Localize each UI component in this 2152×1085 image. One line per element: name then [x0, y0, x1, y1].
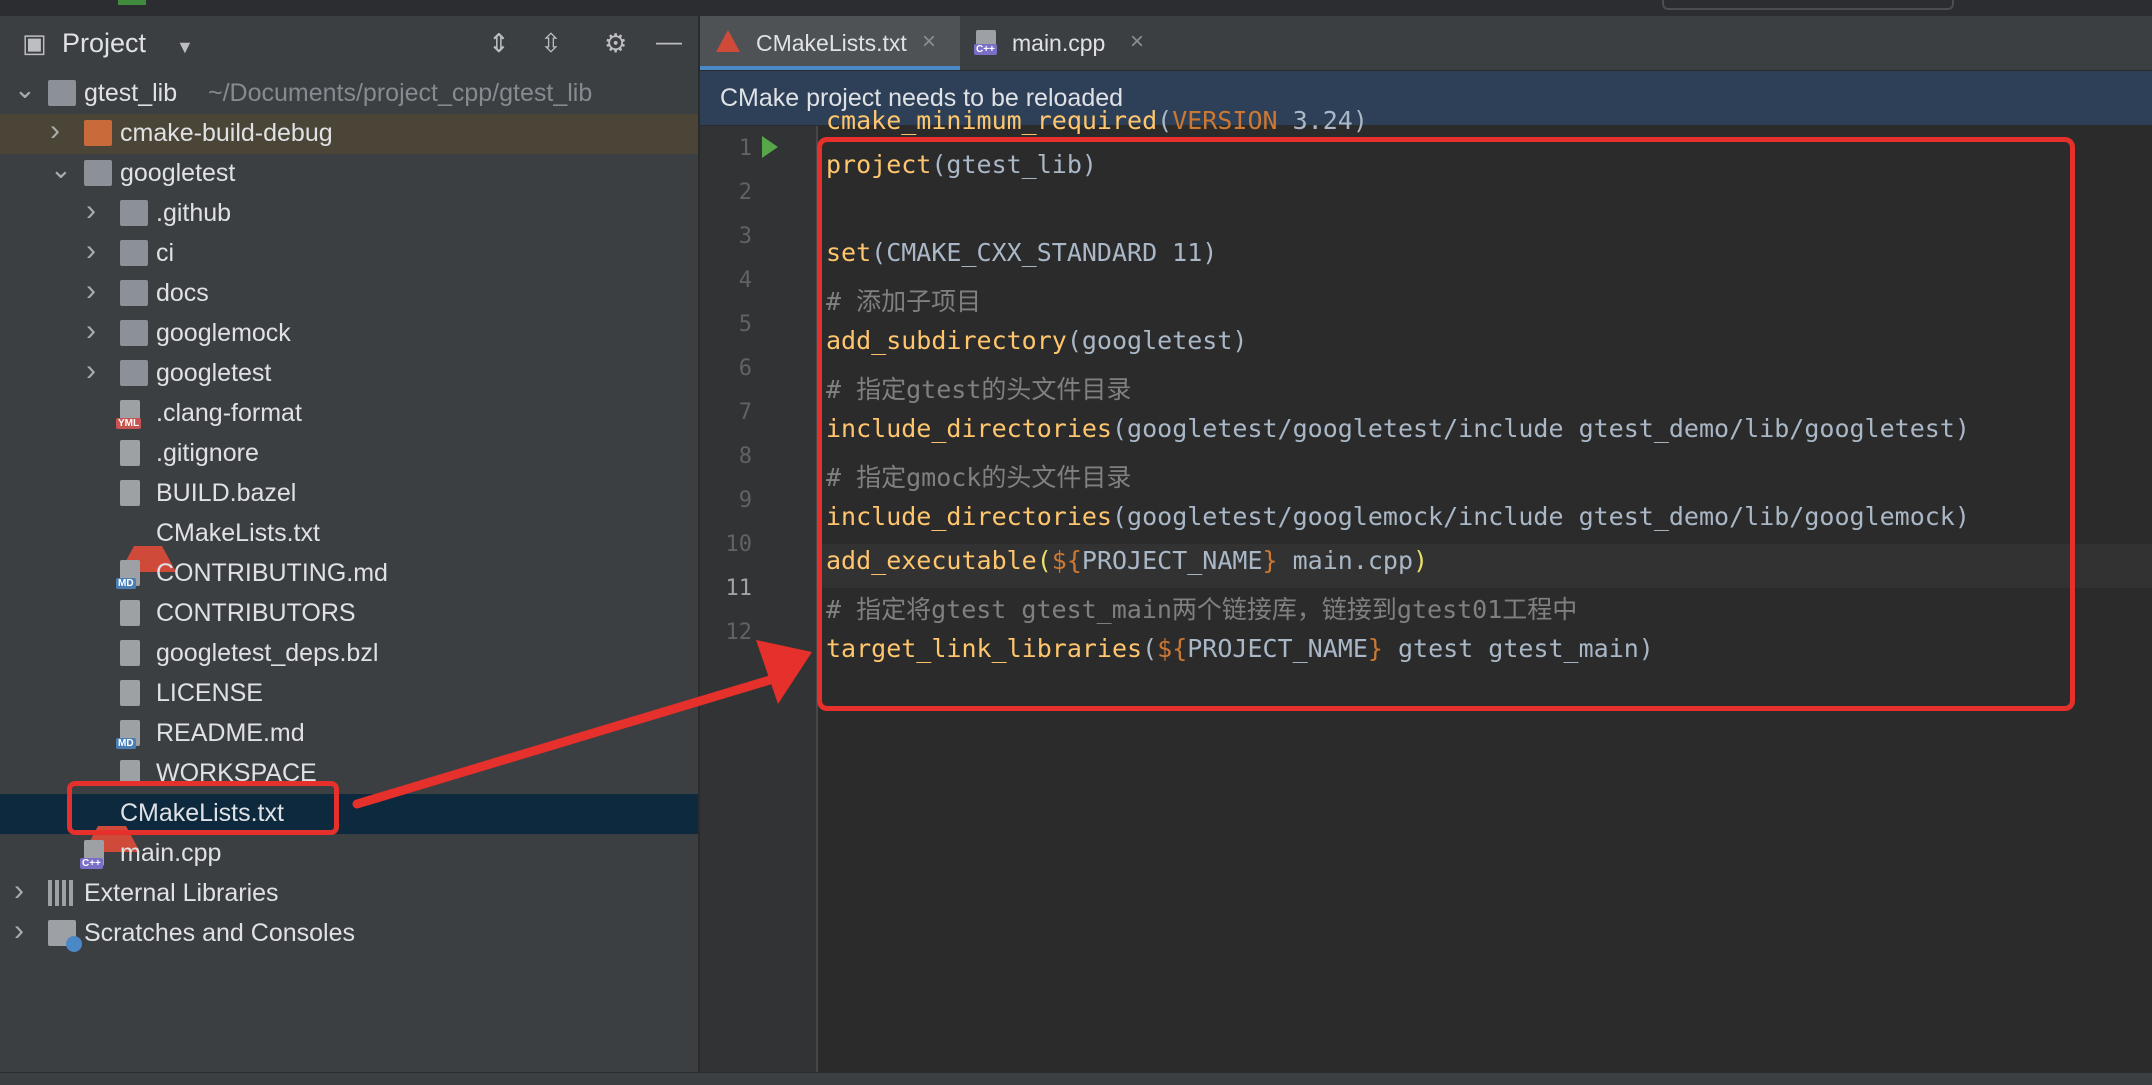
status-bar	[0, 1072, 2152, 1085]
annotation-arrow	[352, 640, 812, 809]
